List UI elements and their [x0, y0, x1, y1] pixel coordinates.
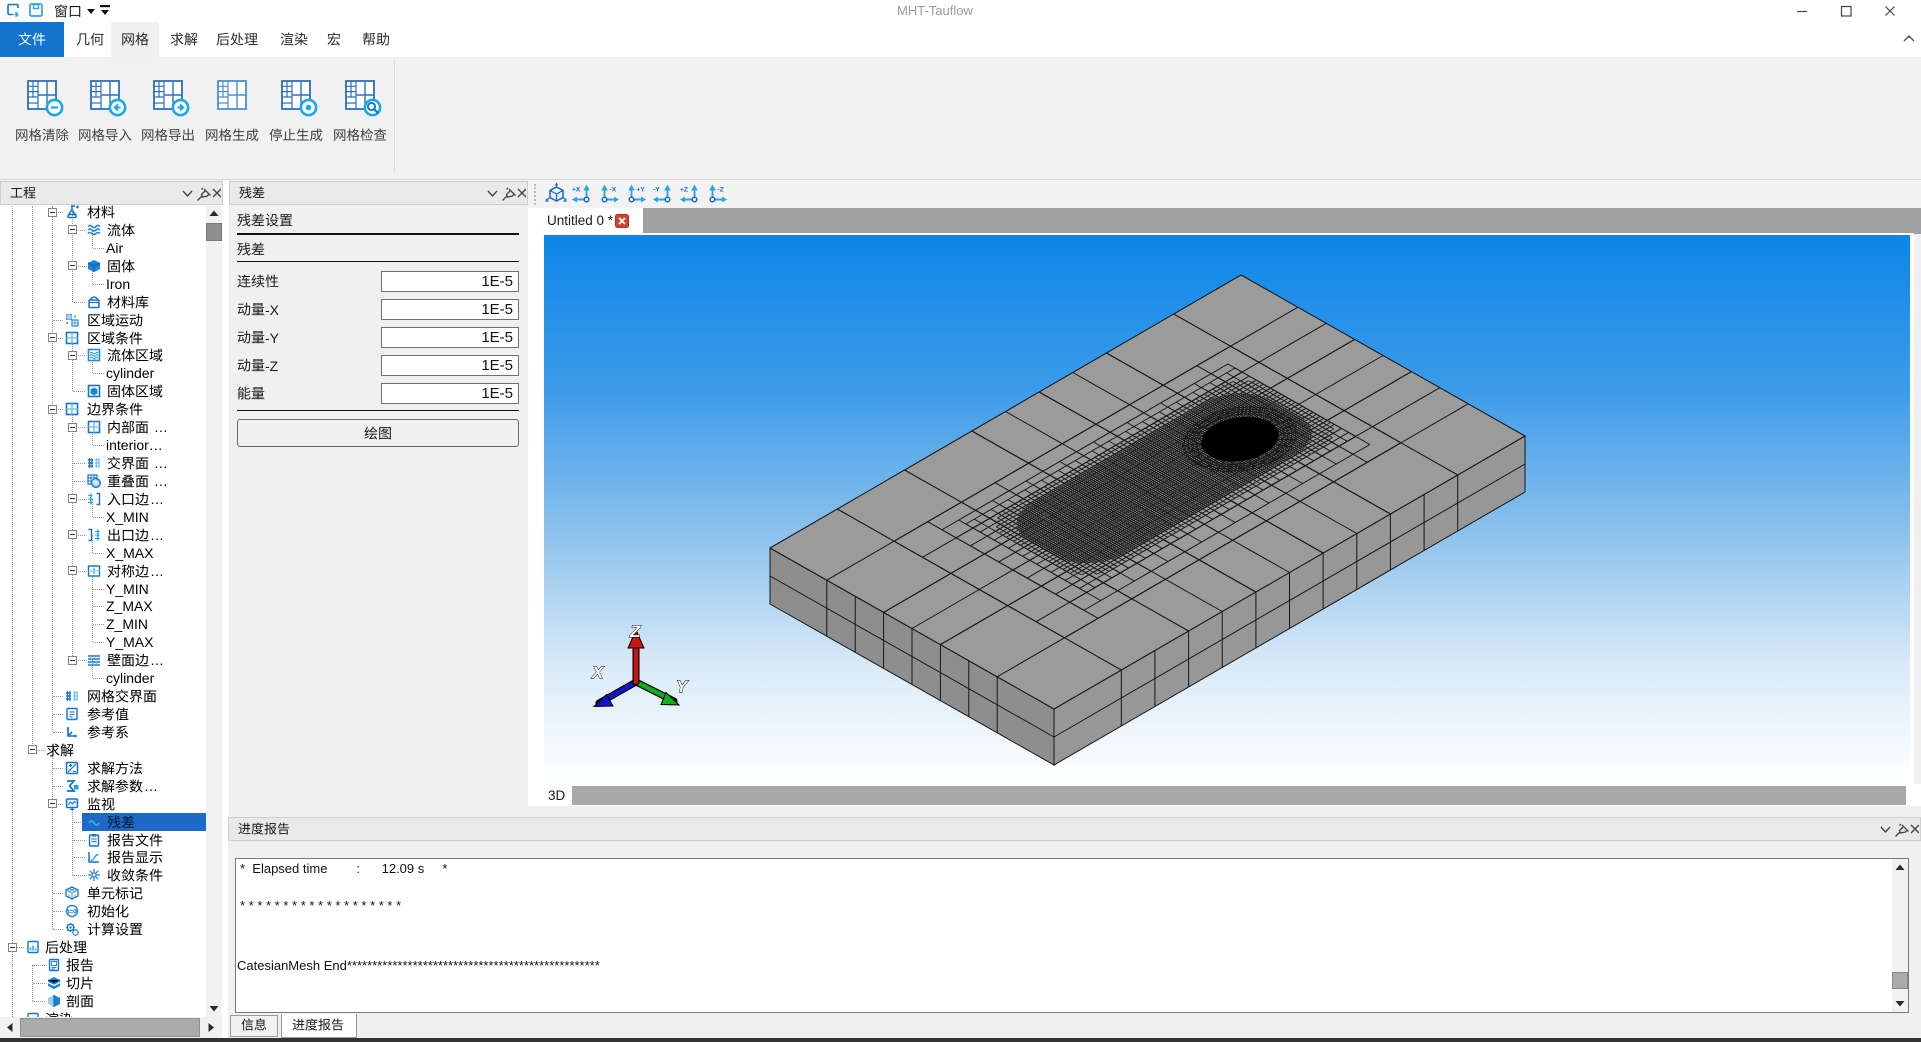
svg-text:Z: Z	[629, 622, 641, 641]
svg-text:X: X	[591, 663, 605, 682]
svg-text:+Y: +Y	[637, 187, 646, 194]
svg-text:-Y: -Y	[653, 187, 660, 194]
svg-text:-Z: -Z	[718, 187, 724, 194]
svg-text:-X: -X	[610, 187, 617, 194]
svg-text:t=0: t=0	[67, 909, 77, 916]
svg-text:Y: Y	[676, 677, 689, 696]
svg-text:+X: +X	[572, 187, 581, 194]
svg-text:+Z: +Z	[680, 187, 688, 194]
